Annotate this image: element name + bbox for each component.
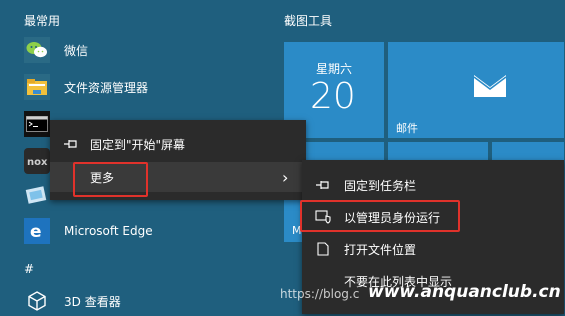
frequent-header: 最常用 <box>24 14 61 28</box>
wechat-icon <box>24 37 50 63</box>
command-prompt-icon <box>24 111 50 137</box>
mail-tile[interactable]: 邮件 <box>388 42 564 138</box>
file-explorer-icon <box>24 74 50 100</box>
submenu-label-open-location: 打开文件位置 <box>344 242 417 257</box>
watermark-url: https://blog.c <box>280 287 360 301</box>
calendar-day: 星期六 <box>316 62 353 76</box>
nox-icon: nox <box>24 148 50 174</box>
pin-icon <box>314 178 332 192</box>
3d-viewer-icon <box>24 288 50 314</box>
app-item-edge[interactable]: e Microsoft Edge <box>24 216 153 246</box>
app-item-3d-viewer[interactable]: 3D 查看器 <box>24 286 121 316</box>
app-label-wechat: 微信 <box>64 43 89 58</box>
edge-icon: e <box>24 218 50 244</box>
section-hash-header: # <box>24 262 35 276</box>
app-label-3d-viewer: 3D 查看器 <box>64 294 121 309</box>
calendar-date: 20 <box>310 76 356 117</box>
app-label-file-explorer: 文件资源管理器 <box>64 80 149 95</box>
tiles-header: 截图工具 <box>284 14 333 28</box>
svg-text:e: e <box>30 222 42 241</box>
mail-icon <box>473 74 507 102</box>
menu-item-pin-start[interactable]: 固定到"开始"屏幕 <box>50 129 306 159</box>
app-item-wechat[interactable]: 微信 <box>24 35 88 65</box>
submenu-item-open-location[interactable]: 打开文件位置 <box>302 234 564 264</box>
watermark-brand: www.anquanclub.cn <box>368 282 561 302</box>
menu-label-pin-start: 固定到"开始"屏幕 <box>90 137 186 152</box>
file-icon <box>314 242 332 256</box>
chevron-right-icon: › <box>282 167 289 187</box>
submenu-label-pin-taskbar: 固定到任务栏 <box>344 178 417 193</box>
run-admin-highlight-box <box>300 200 460 232</box>
more-highlight-box <box>73 162 148 197</box>
app-label-edge: Microsoft Edge <box>64 224 153 238</box>
mail-label: 邮件 <box>396 122 418 135</box>
pin-icon <box>62 137 80 151</box>
app-item-file-explorer[interactable]: 文件资源管理器 <box>24 72 148 102</box>
submenu-item-pin-taskbar[interactable]: 固定到任务栏 <box>302 170 564 200</box>
svg-text:nox: nox <box>27 157 48 168</box>
app-icon <box>24 183 50 209</box>
